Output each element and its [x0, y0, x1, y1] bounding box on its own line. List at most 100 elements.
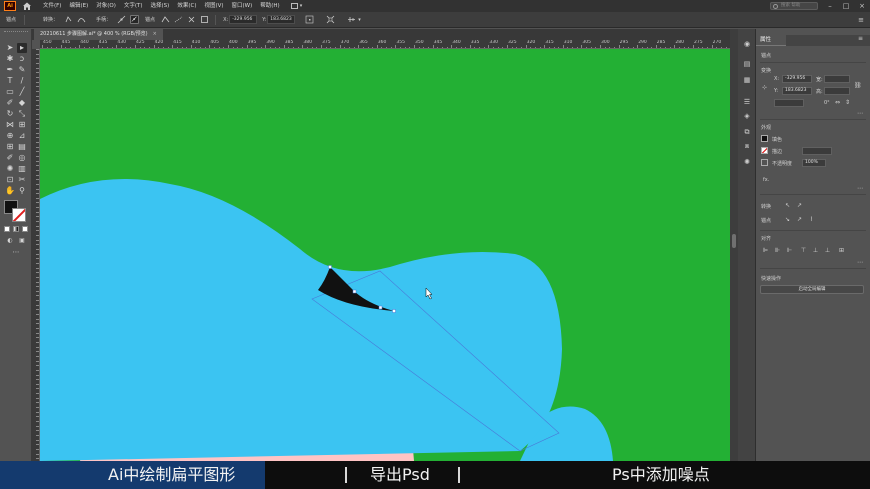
align-hcenter-icon[interactable]: ⊪: [774, 247, 781, 254]
draw-mode-icon[interactable]: ◐: [5, 236, 15, 246]
zoom-tool-icon[interactable]: ⚲: [17, 186, 27, 196]
magic-wand-icon[interactable]: ✱: [5, 54, 15, 64]
hand-tool-icon[interactable]: ✋: [5, 186, 15, 196]
cut-path-icon[interactable]: ⌇: [808, 216, 815, 223]
graph-tool-icon[interactable]: ▥: [17, 164, 27, 174]
stroke-weight-field[interactable]: [802, 147, 832, 155]
type-tool-icon[interactable]: T: [5, 76, 15, 86]
home-icon[interactable]: [22, 1, 32, 11]
pathfinder-panel-icon[interactable]: ⧈: [742, 141, 752, 151]
slice-tool-icon[interactable]: ✂: [17, 175, 27, 185]
convert-smooth-icon[interactable]: ↗: [796, 202, 803, 209]
menu-item[interactable]: 编辑(E): [66, 0, 91, 12]
artboard-tool-icon[interactable]: ⊡: [5, 175, 15, 185]
gradient-mode-swatch[interactable]: [13, 226, 19, 232]
swatches-panel-icon[interactable]: ◈: [742, 111, 752, 121]
shaper-tool-icon[interactable]: ✐: [5, 98, 15, 108]
rotate-tool-icon[interactable]: ↻: [5, 109, 15, 119]
remove-anchor-icon[interactable]: ↘: [784, 216, 791, 223]
vertical-scrollbar[interactable]: [730, 29, 738, 461]
h-field[interactable]: [824, 87, 850, 95]
shape-builder-icon[interactable]: ⊕: [5, 131, 15, 141]
width-tool-icon[interactable]: ⋈: [5, 120, 15, 130]
panel-menu-icon[interactable]: ≡: [858, 35, 863, 42]
connect-anchor-icon[interactable]: [174, 15, 183, 24]
stroke-swatch[interactable]: [761, 147, 768, 154]
paintbrush-icon[interactable]: ╱: [17, 87, 27, 97]
align-dropdown-icon[interactable]: ▾: [358, 17, 361, 23]
minimize-button[interactable]: –: [826, 2, 834, 10]
color-guide-panel-icon[interactable]: ✺: [742, 157, 752, 167]
menu-item[interactable]: 对象(O): [93, 0, 119, 12]
isolate-icon[interactable]: [200, 15, 209, 24]
angle-field[interactable]: [774, 99, 804, 107]
document-tab[interactable]: 20210611 步骤图解.ai* @ 400 % (RGB/预览) ×: [34, 29, 163, 40]
direct-selection-tool-icon[interactable]: ▸: [17, 43, 27, 53]
curvature-tool-icon[interactable]: ✎: [17, 65, 27, 75]
stroke-panel-icon[interactable]: ☰: [742, 97, 752, 107]
symbol-sprayer-icon[interactable]: ✺: [5, 164, 15, 174]
flip-vertical-icon[interactable]: ⇕: [844, 99, 851, 106]
connect-anchor-icon[interactable]: ↗: [796, 216, 803, 223]
convert-corner-icon[interactable]: ↖: [784, 202, 791, 209]
align-right-icon[interactable]: ⊩: [786, 247, 793, 254]
constrain-proportions-icon[interactable]: ⛓: [854, 82, 862, 89]
y-field[interactable]: 183.6823: [267, 15, 296, 24]
free-transform-icon[interactable]: ⊞: [17, 120, 27, 130]
gradient-tool-icon[interactable]: ▤: [17, 142, 27, 152]
menu-item[interactable]: 文字(T): [121, 0, 146, 12]
rectangle-tool-icon[interactable]: ▭: [5, 87, 15, 97]
x-field[interactable]: -329.956: [229, 15, 258, 24]
properties-tab[interactable]: 属性: [756, 35, 786, 46]
lasso-icon[interactable]: ↄ: [17, 54, 27, 64]
maximize-button[interactable]: □: [842, 2, 850, 10]
reference-point-icon[interactable]: ⊹: [761, 84, 768, 91]
align-left-icon[interactable]: ⊫: [762, 247, 769, 254]
x-field[interactable]: -329.956: [782, 75, 812, 83]
none-mode-swatch[interactable]: [22, 226, 28, 232]
help-search-input[interactable]: 搜索 帮助: [770, 2, 818, 10]
global-edit-button[interactable]: 启动全局编辑: [760, 285, 864, 294]
eraser-tool-icon[interactable]: ◆: [17, 98, 27, 108]
eyedropper-icon[interactable]: ✐: [5, 153, 15, 163]
align-bottom-icon[interactable]: ⊥: [824, 247, 831, 254]
opacity-field[interactable]: 100%: [802, 159, 826, 167]
scrollbar-thumb[interactable]: [732, 234, 736, 248]
mesh-tool-icon[interactable]: ⊞: [5, 142, 15, 152]
layers-panel-icon[interactable]: ▤: [742, 59, 752, 69]
transform-more-icon[interactable]: ⋯: [857, 110, 863, 117]
menu-item[interactable]: 文件(F): [40, 0, 64, 12]
appearance-more-icon[interactable]: ⋯: [857, 185, 863, 192]
menu-item[interactable]: 选择(S): [148, 0, 173, 12]
export-panel-icon[interactable]: ⧉: [742, 127, 752, 137]
close-tab-icon[interactable]: ×: [153, 31, 157, 37]
y-field[interactable]: 183.6823: [782, 87, 812, 95]
artboard-canvas[interactable]: [40, 49, 730, 461]
menu-item[interactable]: 视图(V): [201, 0, 226, 12]
menu-item[interactable]: 帮助(H): [257, 0, 282, 12]
flip-horizontal-icon[interactable]: ⇔: [834, 99, 841, 106]
screen-mode-icon[interactable]: ▣: [17, 236, 27, 246]
workspace-switcher[interactable]: ▾: [290, 3, 302, 9]
transform-icon[interactable]: [326, 15, 335, 24]
fill-swatch[interactable]: [761, 135, 768, 142]
convert-corner-icon[interactable]: [64, 15, 73, 24]
scale-tool-icon[interactable]: ⤡: [17, 109, 27, 119]
convert-smooth-icon[interactable]: [77, 15, 86, 24]
blend-tool-icon[interactable]: ◎: [17, 153, 27, 163]
align-to-icon[interactable]: ⊞: [838, 247, 845, 254]
align-more-icon[interactable]: ⋯: [857, 259, 863, 266]
close-window-button[interactable]: ×: [858, 2, 866, 10]
remove-anchor-icon[interactable]: [161, 15, 170, 24]
hide-handles-icon[interactable]: [130, 15, 140, 24]
align-vcenter-icon[interactable]: ⊥: [812, 247, 819, 254]
menu-item[interactable]: 窗口(W): [229, 0, 256, 12]
w-field[interactable]: [824, 75, 850, 83]
stroke-swatch[interactable]: [12, 208, 26, 222]
control-bar-menu-icon[interactable]: ≡: [858, 16, 864, 24]
menu-item[interactable]: 效果(C): [174, 0, 199, 12]
cut-path-icon[interactable]: [187, 15, 196, 24]
libraries-panel-icon[interactable]: ▦: [742, 75, 752, 85]
selection-tool-icon[interactable]: ➤: [5, 43, 15, 53]
perspective-grid-icon[interactable]: ⊿: [17, 131, 27, 141]
